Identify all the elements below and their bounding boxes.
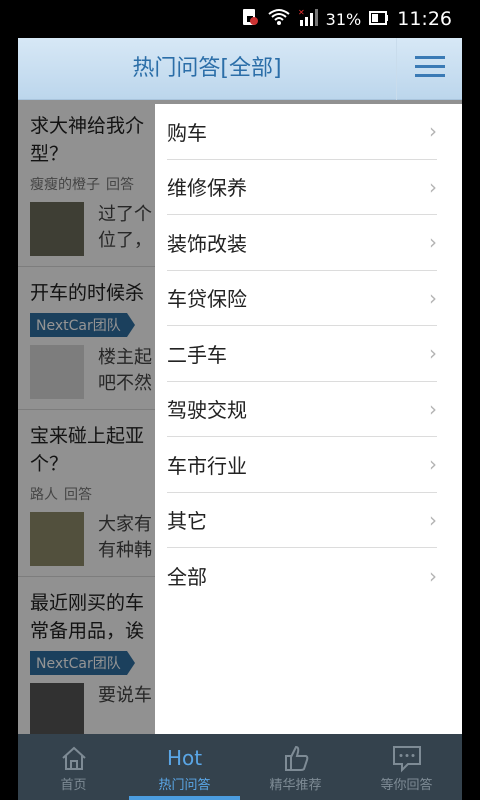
menu-item-buy-car[interactable]: 购车 › <box>167 104 437 160</box>
menu-button[interactable] <box>396 38 462 100</box>
hamburger-icon <box>414 54 445 84</box>
menu-item-other[interactable]: 其它 › <box>167 493 437 548</box>
thumbs-up-icon <box>281 742 311 774</box>
menu-item-label: 其它 <box>167 509 207 534</box>
chevron-right-icon: › <box>429 341 437 366</box>
chevron-right-icon: › <box>429 285 437 310</box>
tab-label: 等你回答 <box>380 777 433 793</box>
battery-icon <box>369 10 389 29</box>
menu-item-label: 驾驶交规 <box>167 398 247 423</box>
hot-label: Hot <box>166 745 203 770</box>
tab-label: 精华推荐 <box>269 777 322 793</box>
chat-bubble-icon <box>391 742 423 774</box>
menu-item-loan-insurance[interactable]: 车贷保险 › <box>167 271 437 326</box>
menu-item-label: 车市行业 <box>167 453 247 478</box>
tab-featured[interactable]: 精华推荐 <box>240 734 351 800</box>
page-title: 热门问答[全部] <box>132 56 282 81</box>
sim-icon <box>240 7 260 31</box>
menu-item-label: 二手车 <box>167 342 227 367</box>
status-time: 11:26 <box>397 8 452 30</box>
menu-item-industry[interactable]: 车市行业 › <box>167 437 437 493</box>
menu-item-used-car[interactable]: 二手车 › <box>167 326 437 382</box>
chevron-right-icon: › <box>429 563 437 588</box>
category-menu: 购车 › 维修保养 › 装饰改装 › 车贷保险 › 二手车 › 驾驶交规 › 车… <box>155 104 462 734</box>
tab-hot-qa[interactable]: Hot 热门问答 <box>129 734 240 800</box>
tab-label: 首页 <box>60 777 87 793</box>
menu-item-label: 全部 <box>167 565 207 590</box>
menu-item-label: 维修保养 <box>167 176 247 201</box>
svg-text:✕: ✕ <box>298 8 305 17</box>
home-icon <box>59 742 89 774</box>
menu-item-all[interactable]: 全部 › <box>167 548 437 604</box>
menu-item-traffic-rules[interactable]: 驾驶交规 › <box>167 382 437 437</box>
status-bar: ✕ 31% 11:26 <box>18 0 462 38</box>
menu-item-label: 装饰改装 <box>167 231 247 256</box>
menu-item-maintenance[interactable]: 维修保养 › <box>167 160 437 215</box>
chevron-right-icon: › <box>429 396 437 421</box>
top-header: 热门问答[全部] <box>18 38 462 100</box>
chevron-right-icon: › <box>429 119 437 144</box>
chevron-right-icon: › <box>429 507 437 532</box>
menu-item-label: 购车 <box>167 120 207 145</box>
chevron-right-icon: › <box>429 174 437 199</box>
chevron-right-icon: › <box>429 452 437 477</box>
bottom-tab-bar: 首页 Hot 热门问答 精华推荐 等你回答 <box>18 734 462 800</box>
signal-icon: ✕ <box>298 8 318 30</box>
wifi-icon <box>268 8 290 30</box>
chevron-right-icon: › <box>429 230 437 255</box>
battery-percent: 31% <box>325 9 362 29</box>
tab-awaiting-answer[interactable]: 等你回答 <box>351 734 462 800</box>
menu-item-label: 车贷保险 <box>167 287 247 312</box>
tab-home[interactable]: 首页 <box>18 734 129 800</box>
app-screen: ✕ 31% 11:26 热门问答[全部] 求大神给我介 型？ 瘦瘦的橙子 回答 <box>18 0 462 800</box>
menu-item-modification[interactable]: 装饰改装 › <box>167 215 437 271</box>
tab-label: 热门问答 <box>158 777 211 793</box>
